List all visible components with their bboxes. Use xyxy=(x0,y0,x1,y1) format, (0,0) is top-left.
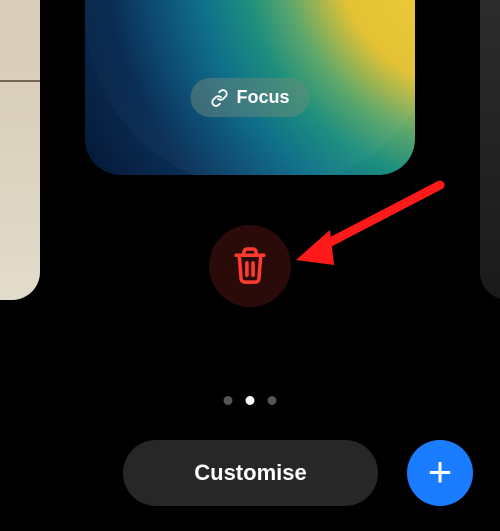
focus-label: Focus xyxy=(236,87,289,108)
page-dot-active[interactable] xyxy=(246,396,255,405)
page-indicator xyxy=(224,396,277,405)
customise-button[interactable]: Customise xyxy=(123,440,378,506)
wallpaper-picker-stage: Focus Customise + xyxy=(0,0,500,531)
annotation-arrow xyxy=(290,175,450,285)
wallpaper-card-previous[interactable] xyxy=(0,0,40,300)
plus-icon: + xyxy=(428,451,453,493)
add-button[interactable]: + xyxy=(407,440,473,506)
wallpaper-card-next[interactable] xyxy=(480,0,500,300)
page-dot[interactable] xyxy=(268,396,277,405)
delete-button[interactable] xyxy=(209,225,291,307)
trash-icon xyxy=(231,246,269,286)
wallpaper-card-current[interactable]: Focus xyxy=(85,0,415,175)
focus-pill[interactable]: Focus xyxy=(190,78,309,117)
page-dot[interactable] xyxy=(224,396,233,405)
customise-label: Customise xyxy=(194,460,306,486)
link-icon xyxy=(210,89,228,107)
